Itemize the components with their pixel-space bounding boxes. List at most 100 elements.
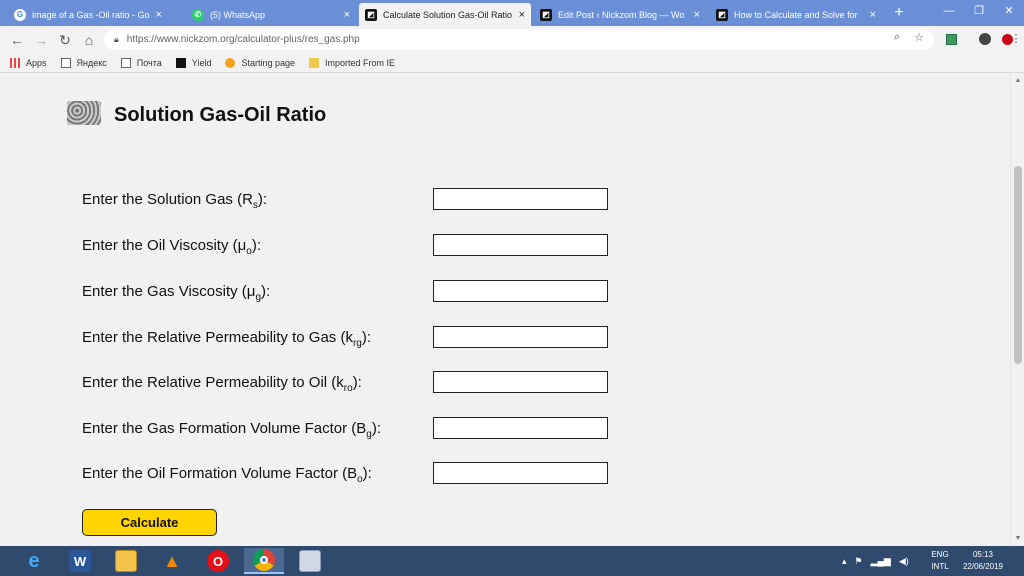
form-row-gas-viscosity: Enter the Gas Viscosity (μg): (82, 280, 612, 304)
browser-toolbar: ← → ↻ ⌂ 🔒︎ https://www.nickzom.org/calcu… (0, 26, 1024, 53)
tab-strip: G image of a Gas -Oil ratio - Goog × ✆ (… (0, 0, 1024, 26)
reload-icon[interactable]: ↻ (56, 31, 74, 49)
chrome-icon[interactable] (244, 548, 284, 574)
page-title: Solution Gas-Oil Ratio (114, 104, 327, 126)
restore-button[interactable]: ❐ (964, 0, 994, 22)
bookmark-label: Starting page (241, 57, 296, 68)
word-icon[interactable]: W (60, 548, 100, 574)
page-content: Solution Gas-Oil Ratio Enter the Solutio… (0, 74, 1010, 546)
whatsapp-icon: ✆ (192, 8, 204, 21)
nickzom-icon: ◩ (716, 8, 728, 21)
url-text: https://www.nickzom.org/calculator-plus/… (126, 34, 360, 45)
tab-close-icon[interactable]: × (519, 9, 525, 21)
field-label: Enter the Solution Gas (Rs): (82, 191, 268, 211)
oil-formation-volume-factor-input[interactable] (433, 462, 608, 484)
bookmark-label: Яндекс (76, 57, 107, 68)
gas-viscosity-input[interactable] (433, 280, 608, 302)
extension-icon[interactable] (942, 30, 960, 48)
bookmark-pochta[interactable]: Почта (120, 57, 162, 68)
bookmark-yandex[interactable]: Яндекс (60, 57, 107, 68)
tab-calculate-solution-gas-oil-ratio[interactable]: ◩ Calculate Solution Gas-Oil Ratio × (359, 3, 531, 26)
tab-close-icon[interactable]: × (870, 9, 876, 21)
volume-icon[interactable]: ◀) (899, 556, 909, 567)
tab-title: image of a Gas -Oil ratio - Goog (32, 9, 150, 20)
apps-icon (10, 57, 20, 68)
nickzom-icon (175, 57, 186, 68)
opera-icon[interactable]: O (198, 548, 238, 574)
bookmark-apps[interactable]: Apps (10, 57, 47, 68)
nickzom-icon: ◩ (540, 8, 552, 21)
bookmark-label: Imported From IE (325, 57, 396, 68)
page-scrollbar[interactable]: ▲ ▼ (1010, 74, 1024, 546)
show-hidden-icons-icon[interactable]: ▴ (842, 556, 847, 567)
field-label: Enter the Relative Permeability to Oil (… (82, 374, 362, 394)
nickzom-icon: ◩ (365, 8, 377, 21)
form-row-gas-formation-volume-factor: Enter the Gas Formation Volume Factor (B… (82, 417, 612, 441)
network-signal-icon[interactable]: ▂▄▆ (871, 556, 891, 567)
tab-close-icon[interactable]: × (156, 9, 162, 21)
tab-how-to-calculate[interactable]: ◩ How to Calculate and Solve for × (710, 3, 882, 26)
forward-arrow-icon[interactable]: → (32, 31, 50, 49)
tab-close-icon[interactable]: × (694, 9, 700, 21)
field-label: Enter the Gas Formation Volume Factor (B… (82, 420, 382, 440)
lock-icon: 🔒︎ (114, 34, 119, 44)
tab-edit-post[interactable]: ◩ Edit Post ‹ Nickzom Blog — Wo × (534, 3, 706, 26)
solution-gas-input[interactable] (433, 188, 608, 210)
internet-explorer-icon[interactable]: e (14, 548, 54, 574)
calculator-icon[interactable] (290, 548, 330, 574)
relative-permeability-oil-input[interactable] (433, 371, 608, 393)
scroll-up-icon[interactable]: ▲ (1013, 76, 1023, 86)
tab-close-icon[interactable]: × (344, 9, 350, 21)
tab-title: Calculate Solution Gas-Oil Ratio (383, 9, 513, 20)
bookmark-star-icon[interactable]: ☆ (914, 31, 924, 44)
bookmark-label: Почта (136, 57, 162, 68)
scrollbar-thumb[interactable] (1014, 166, 1022, 364)
new-tab-button[interactable]: + (890, 4, 908, 22)
back-arrow-icon[interactable]: ← (8, 31, 26, 49)
close-window-button[interactable]: ✕ (994, 0, 1024, 22)
field-label: Enter the Oil Viscosity (μo): (82, 237, 261, 257)
field-label: Enter the Relative Permeability to Gas (… (82, 329, 372, 349)
folder-icon (309, 57, 320, 68)
bookmark-label: Apps (26, 57, 47, 68)
starting-page-icon (225, 57, 236, 68)
clock[interactable]: 05:13 22/06/2019 (958, 549, 1008, 573)
vlc-icon[interactable]: ▲ (152, 548, 192, 574)
form-row-relative-permeability-oil: Enter the Relative Permeability to Oil (… (82, 371, 612, 395)
field-label: Enter the Gas Viscosity (μg): (82, 283, 271, 303)
gas-formation-volume-factor-input[interactable] (433, 417, 608, 439)
scroll-down-icon[interactable]: ▼ (1013, 534, 1023, 544)
tab-title: Edit Post ‹ Nickzom Blog — Wo (558, 9, 685, 20)
field-label: Enter the Oil Formation Volume Factor (B… (82, 465, 372, 485)
form-row-solution-gas: Enter the Solution Gas (Rs): (82, 188, 612, 212)
minimize-button[interactable]: — (934, 0, 964, 22)
relative-permeability-gas-input[interactable] (433, 326, 608, 348)
file-explorer-icon[interactable] (106, 548, 146, 574)
profile-avatar-icon[interactable] (976, 30, 994, 48)
bookmark-yield[interactable]: Yield (175, 57, 212, 68)
tab-whatsapp[interactable]: ✆ (5) WhatsApp × (186, 3, 356, 26)
zoom-icon[interactable]: ⌕ (894, 31, 900, 44)
home-icon[interactable]: ⌂ (80, 31, 98, 49)
page-icon (120, 57, 131, 68)
google-icon: G (14, 8, 26, 21)
oil-viscosity-input[interactable] (433, 234, 608, 256)
tab-title: How to Calculate and Solve for (734, 9, 858, 20)
bookmark-label: Yield (191, 57, 212, 68)
tab-google-search[interactable]: G image of a Gas -Oil ratio - Goog × (8, 3, 168, 26)
page-icon (60, 57, 71, 68)
bookmarks-bar: Apps Яндекс Почта Yield Starting page Im… (0, 53, 1024, 73)
system-tray: ▴ ⚑ ▂▄▆ ◀) (838, 546, 913, 576)
form-row-oil-formation-volume-factor: Enter the Oil Formation Volume Factor (B… (82, 462, 612, 486)
menu-dots-icon[interactable]: ⋮ (1010, 30, 1022, 48)
calculate-button[interactable]: Calculate (82, 509, 217, 536)
action-center-flag-icon[interactable]: ⚑ (855, 556, 863, 567)
gas-bubbles-logo-icon (67, 101, 101, 125)
form-row-oil-viscosity: Enter the Oil Viscosity (μo): (82, 234, 612, 258)
tab-title: (5) WhatsApp (210, 9, 266, 20)
input-language-indicator[interactable]: ENG INTL (926, 549, 954, 573)
bookmark-starting-page[interactable]: Starting page (225, 57, 296, 68)
bookmark-imported-from-ie[interactable]: Imported From IE (309, 57, 396, 68)
form-row-relative-permeability-gas: Enter the Relative Permeability to Gas (… (82, 326, 612, 350)
address-bar[interactable]: 🔒︎ https://www.nickzom.org/calculator-pl… (104, 29, 934, 50)
